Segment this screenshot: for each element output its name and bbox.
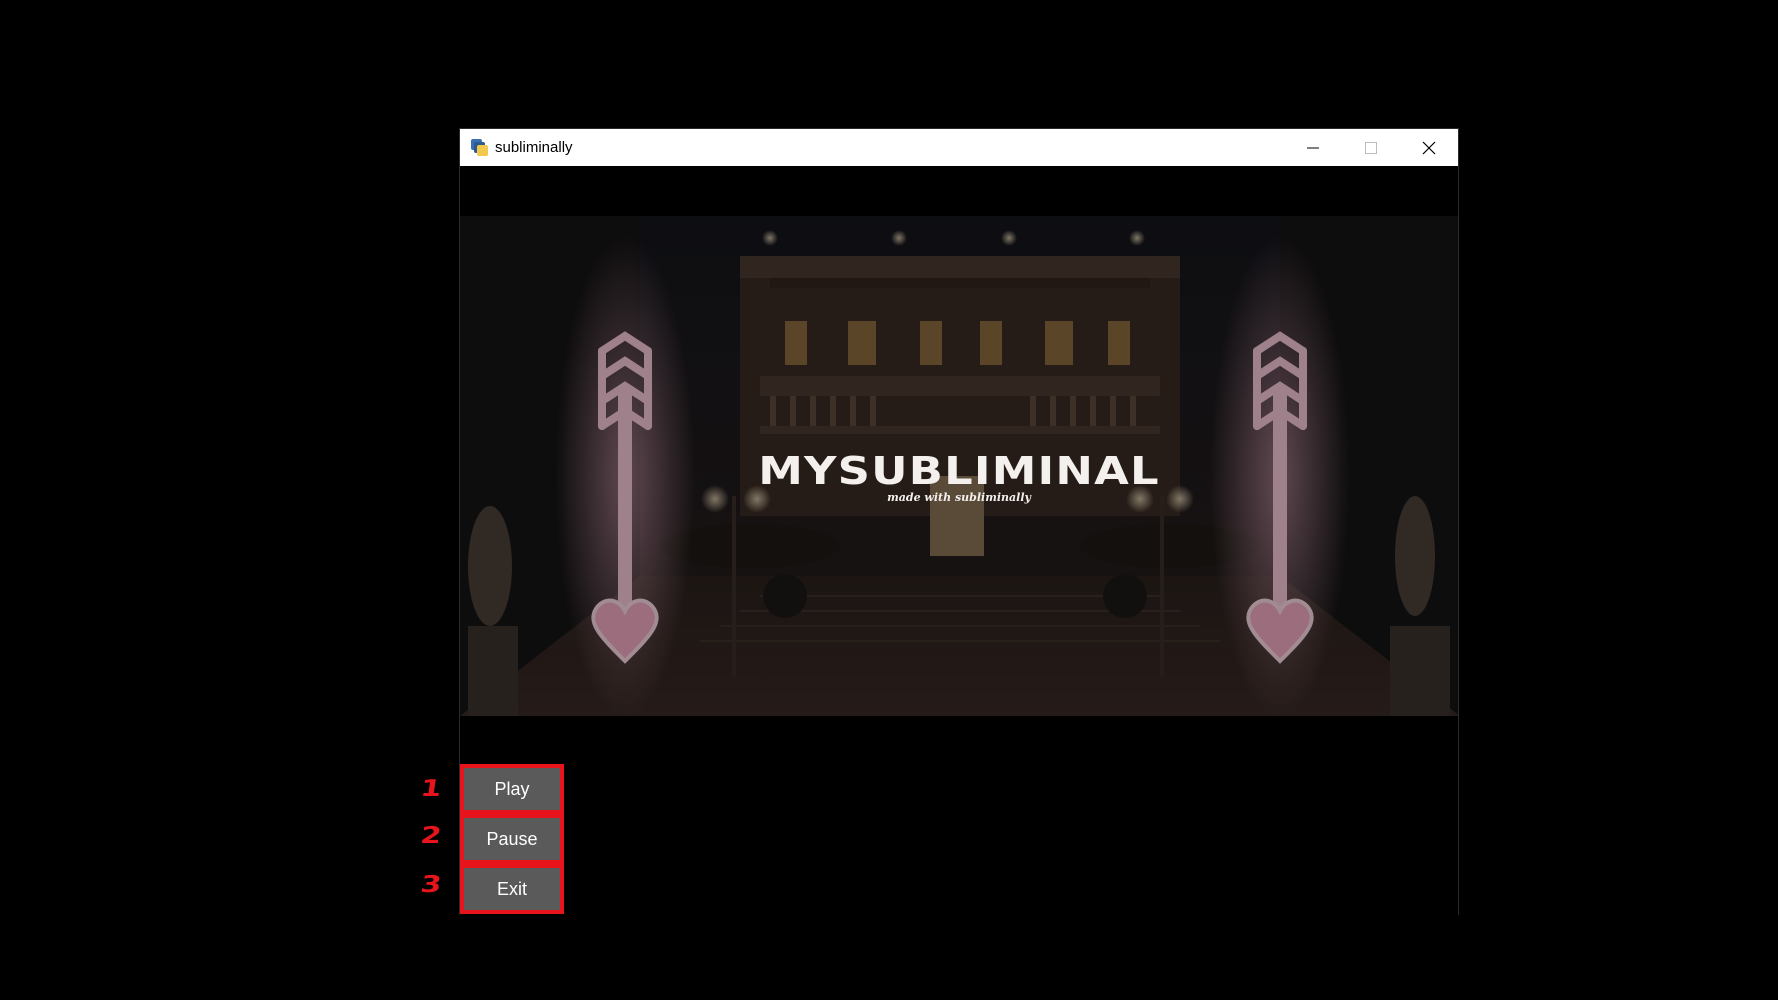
control-buttons: Play Pause Exit (460, 764, 564, 914)
video-subtitle: made with subliminally (887, 491, 1031, 504)
window-title: subliminally (495, 139, 573, 156)
close-button[interactable] (1400, 129, 1458, 166)
minimize-icon (1307, 147, 1319, 148)
window-content: MYSUBLIMINAL made with subliminally Play… (460, 166, 1458, 916)
maximize-button[interactable] (1342, 129, 1400, 166)
python-app-icon (471, 138, 489, 157)
maximize-icon (1365, 141, 1377, 154)
minimize-button[interactable] (1284, 129, 1342, 166)
pause-button[interactable]: Pause (460, 814, 564, 864)
exit-button[interactable]: Exit (460, 864, 564, 914)
annotation-number-2: 2 (418, 823, 444, 849)
play-row: Play (460, 764, 564, 814)
video-title: MYSUBLIMINAL (758, 449, 1160, 493)
video-preview: MYSUBLIMINAL made with subliminally (460, 216, 1458, 716)
pause-row: Pause (460, 814, 564, 864)
app-window: subliminally MYSUBLIMINAL made with subl… (459, 128, 1459, 916)
close-icon (1422, 141, 1436, 154)
title-bar[interactable]: subliminally (460, 129, 1458, 166)
window-controls (1284, 129, 1458, 166)
play-button[interactable]: Play (460, 764, 564, 814)
annotation-number-1: 1 (418, 776, 444, 802)
annotation-number-3: 3 (418, 872, 444, 898)
desktop: 1 2 3 subliminally MYSUBLIMINAL made wit… (0, 0, 1778, 1000)
exit-row: Exit (460, 864, 564, 914)
